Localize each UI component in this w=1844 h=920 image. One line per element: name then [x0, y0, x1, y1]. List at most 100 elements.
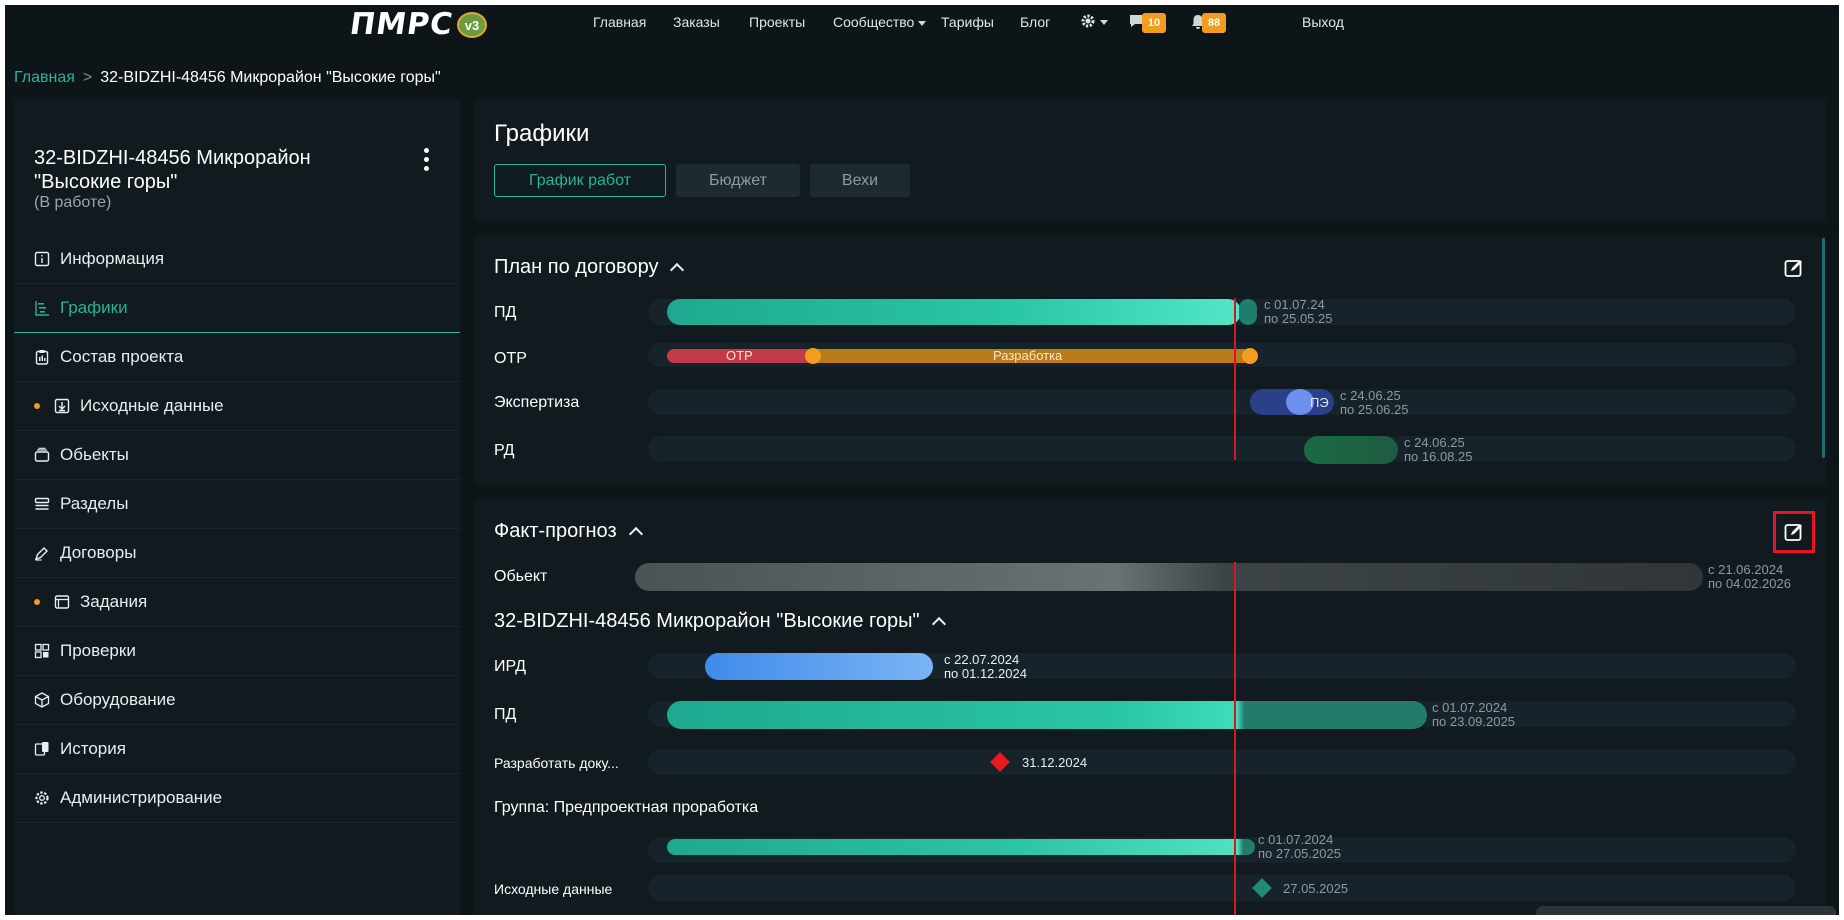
gear-icon [34, 790, 50, 806]
sidebar-item-objects[interactable]: Обьекты [14, 431, 460, 480]
sidebar-item-sections[interactable]: Разделы [14, 480, 460, 529]
settings-dropdown[interactable] [1080, 13, 1108, 32]
page-title: Графики [494, 120, 590, 147]
plan-rd-dates: с 24.06.25 по 16.08.25 [1404, 435, 1473, 464]
notifications-count-badge: 88 [1202, 13, 1226, 33]
fact-row-label-ird: ИРД [494, 658, 526, 675]
plan-otr-start-knob[interactable] [805, 348, 821, 364]
sidebar-item-info[interactable]: Информация [14, 235, 460, 284]
fact-bar-pd[interactable] [667, 701, 1427, 729]
fact-bar-ird[interactable] [705, 653, 933, 680]
fact-track-source-data [648, 875, 1796, 901]
nav-tariffs-link[interactable]: Тарифы [941, 14, 994, 30]
nav-blog-link[interactable]: Блог [1020, 14, 1050, 30]
bottom-widget [1536, 906, 1836, 920]
today-line [1234, 562, 1236, 920]
plan-track-expertise [648, 389, 1796, 415]
plan-bar-rd[interactable] [1304, 436, 1398, 464]
status-dot [34, 403, 40, 409]
breadcrumb-separator: > [82, 69, 93, 86]
fact-section-header[interactable]: Факт-прогноз [494, 520, 643, 543]
fact-bar-group[interactable] [667, 839, 1255, 855]
sidebar-item-label: Исходные данные [80, 396, 224, 415]
sidebar-item-label: Проверки [60, 641, 136, 660]
sidebar-item-label: Обьекты [60, 445, 129, 464]
messages-count-badge: 10 [1142, 13, 1166, 33]
pen-icon [34, 545, 50, 561]
tab-schedule[interactable]: График работ [494, 164, 666, 197]
nav-home-link[interactable]: Главная [593, 14, 646, 30]
tab-milestones[interactable]: Вехи [810, 164, 910, 197]
download-box-icon [54, 398, 70, 414]
nav-community-label: Сообщество [833, 14, 915, 30]
fact-row-label-milestone: Разработать доку... [494, 755, 619, 771]
plan-row-label-otr: ОТР [494, 350, 527, 367]
project-status: (В работе) [34, 194, 112, 211]
grid-icon [34, 643, 50, 659]
nav-community-dropdown[interactable]: Сообщество [833, 14, 927, 30]
edit-icon [1784, 260, 1802, 277]
sidebar-item-composition[interactable]: Состав проекта [14, 333, 460, 382]
chevron-up-icon [628, 526, 643, 542]
logout-link[interactable]: Выход [1302, 14, 1344, 30]
plan-expertise-inbar-label: ПЭ [1310, 395, 1329, 410]
plan-section-title: План по договору [494, 256, 659, 278]
plan-expertise-dates: с 24.06.25 по 25.06.25 [1340, 388, 1409, 417]
project-sidebar: 32-BIDZHI-48456 Микрорайон "Высокие горы… [14, 100, 460, 920]
plan-panel: План по договору ПД с 01.07.24 по 25.05.2… [474, 236, 1826, 484]
plan-row-label-pd: ПД [494, 304, 517, 321]
today-line [1234, 298, 1236, 460]
chevron-down-icon [918, 20, 927, 26]
gear-icon [1081, 14, 1095, 28]
project-title: 32-BIDZHI-48456 Микрорайон "Высокие горы… [34, 147, 311, 193]
sidebar-item-tasks[interactable]: Задания [14, 578, 460, 627]
sidebar-item-label: Разделы [60, 494, 129, 513]
plan-otr-end-knob[interactable] [1242, 348, 1258, 364]
fact-project-header[interactable]: 32-BIDZHI-48456 Микрорайон "Высокие горы… [494, 610, 946, 633]
edit-icon [1784, 524, 1802, 541]
sidebar-item-label: Состав проекта [60, 347, 184, 366]
fact-object-dates: с 21.06.2024 по 04.02.2026 [1708, 562, 1791, 591]
fact-ird-dates: с 22.07.2024 по 01.12.2024 [944, 652, 1027, 681]
fact-bar-object[interactable] [635, 563, 1703, 591]
cube-icon [34, 692, 50, 708]
breadcrumb-current: 32-BIDZHI-48456 Микрорайон "Высокие горы… [100, 69, 441, 86]
nav-projects-link[interactable]: Проекты [749, 14, 805, 30]
nav-orders-link[interactable]: Заказы [673, 14, 720, 30]
sidebar-item-contracts[interactable]: Договоры [14, 529, 460, 578]
sidebar-item-label: Задания [80, 592, 148, 611]
plan-section-header[interactable]: План по договору [494, 256, 685, 279]
sidebar-item-checks[interactable]: Проверки [14, 627, 460, 676]
chevron-down-icon [1100, 20, 1108, 25]
plan-edit-button[interactable] [1784, 258, 1804, 278]
fact-pd-dates: с 01.07.2024 по 23.09.2025 [1432, 700, 1515, 729]
fact-row-label-source-data: Исходные данные [494, 881, 613, 897]
plan-pd-dates: с 01.07.24 по 25.05.25 [1264, 297, 1333, 326]
fact-milestone-date: 31.12.2024 [1022, 755, 1088, 770]
fact-row-label-pd: ПД [494, 706, 517, 723]
gantt-icon [34, 300, 50, 316]
fact-panel: Факт-прогноз Обьект с 21.06.2024 по 04.02… [474, 500, 1826, 920]
sidebar-item-label: Графики [60, 298, 128, 317]
sections-icon [34, 496, 50, 512]
more-options-icon[interactable] [422, 148, 430, 172]
plan-segment-development-label: Разработка [993, 348, 1063, 363]
top-navbar: ПМРС v3 Главная Заказы Проекты Сообществ… [0, 0, 1844, 50]
plan-bar-pd[interactable] [667, 299, 1241, 325]
scrollbar-thumb[interactable] [1822, 238, 1825, 458]
plan-segment-otr-label: ОТР [726, 348, 753, 363]
sidebar-item-source-data[interactable]: Исходные данные [14, 382, 460, 431]
sidebar-item-equipment[interactable]: Оборудование [14, 676, 460, 725]
fact-source-milestone-date: 27.05.2025 [1283, 881, 1349, 896]
sidebar-item-history[interactable]: История [14, 725, 460, 774]
fact-edit-button[interactable] [1773, 511, 1815, 553]
plan-track-rd [648, 436, 1796, 462]
breadcrumb-home-link[interactable]: Главная [14, 69, 75, 86]
sidebar-item-admin[interactable]: Администрирование [14, 774, 460, 823]
tab-budget[interactable]: Бюджет [676, 164, 800, 197]
plan-row-label-rd: РД [494, 442, 515, 459]
layers-icon [34, 447, 50, 463]
breadcrumb: Главная >32-BIDZHI-48456 Микрорайон "Высо… [14, 69, 441, 87]
sidebar-item-charts[interactable]: Графики [14, 284, 460, 333]
fact-project-title: 32-BIDZHI-48456 Микрорайон "Высокие горы… [494, 610, 920, 632]
